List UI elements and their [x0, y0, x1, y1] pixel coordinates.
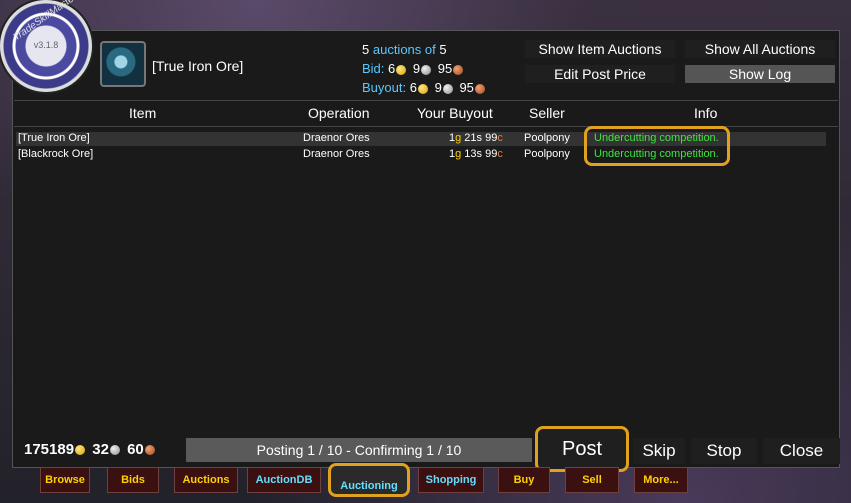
show-log-button[interactable]: Show Log	[685, 65, 835, 83]
item-name[interactable]: [True Iron Ore]	[152, 58, 243, 74]
row-operation: Draenor Ores	[303, 132, 370, 144]
bid-silver: 9	[412, 61, 421, 76]
gold-coin-icon	[417, 83, 428, 94]
table-header: Item Operation Your Buyout Seller Info	[14, 101, 838, 127]
buyout-silver: 9	[434, 80, 442, 95]
logo-arc-text: TradeSkillMaster	[11, 0, 79, 44]
ore-icon[interactable]	[100, 41, 146, 87]
show-item-auctions-button[interactable]: Show Item Auctions	[525, 40, 675, 58]
buyout-copper: 95	[459, 80, 474, 95]
tab-auctioning[interactable]: Auctioning	[328, 463, 410, 497]
tab-auctions[interactable]: Auctions	[174, 467, 238, 493]
bid-copper: 95	[437, 61, 453, 76]
bid-label: Bid:	[362, 61, 385, 76]
row-item: [True Iron Ore]	[18, 132, 90, 144]
silver-coin-icon	[421, 64, 432, 75]
bid-gold: 6	[388, 61, 396, 76]
copper-coin-icon	[453, 64, 464, 75]
column-header-your-buyout[interactable]: Your Buyout	[417, 105, 493, 121]
row-seller: Poolpony	[524, 132, 570, 144]
logo-version: v3.1.8	[33, 40, 59, 50]
posting-progress-bar: Posting 1 / 10 - Confirming 1 / 10	[186, 438, 532, 462]
gold-coin-icon	[75, 445, 86, 456]
column-header-info[interactable]: Info	[694, 105, 717, 121]
row-buyout: 1g 21s 99c	[449, 132, 503, 144]
stop-button[interactable]: Stop	[691, 438, 757, 464]
tab-bids[interactable]: Bids	[107, 467, 159, 493]
buyout-gold: 6	[409, 80, 417, 95]
money-copper: 60	[127, 441, 144, 458]
gold-coin-icon	[396, 64, 407, 75]
silver-coin-icon	[109, 445, 120, 456]
auctions-of-label: auctions of	[372, 42, 436, 57]
tab-shopping[interactable]: Shopping	[418, 467, 484, 493]
row-operation: Draenor Ores	[303, 148, 370, 160]
row-item: [Blackrock Ore]	[18, 148, 94, 160]
money-silver: 32	[92, 441, 109, 458]
edit-post-price-button[interactable]: Edit Post Price	[525, 65, 675, 83]
column-header-item[interactable]: Item	[129, 105, 156, 121]
post-button[interactable]: Post	[535, 426, 629, 472]
money-gold: 175189	[24, 441, 75, 458]
auction-summary: 5 auctions of 5 Bid: 6 9 95 Buyout: 6 9 …	[362, 40, 488, 97]
tab-buy[interactable]: Buy	[498, 467, 550, 493]
copper-coin-icon	[474, 83, 485, 94]
tab-more[interactable]: More...	[634, 467, 688, 493]
copper-coin-icon	[144, 445, 155, 456]
column-header-seller[interactable]: Seller	[529, 105, 565, 121]
tsm-logo: TradeSkillMaster v3.1.8	[0, 0, 92, 92]
show-all-auctions-button[interactable]: Show All Auctions	[685, 40, 835, 58]
tab-auctiondb[interactable]: AuctionDB	[247, 467, 321, 493]
tab-sell[interactable]: Sell	[565, 467, 619, 493]
auction-total: 5	[439, 42, 447, 57]
row-buyout: 1g 13s 99c	[449, 148, 503, 160]
player-money: 175189 32 60	[24, 441, 158, 458]
silver-coin-icon	[442, 83, 453, 94]
buyout-label: Buyout:	[362, 80, 407, 95]
close-button[interactable]: Close	[763, 438, 840, 464]
column-header-operation[interactable]: Operation	[308, 105, 369, 121]
tab-browse[interactable]: Browse	[40, 467, 90, 493]
skip-button[interactable]: Skip	[633, 438, 685, 464]
auction-count: 5	[362, 42, 370, 57]
row-seller: Poolpony	[524, 148, 570, 160]
info-highlight-box	[584, 126, 730, 166]
